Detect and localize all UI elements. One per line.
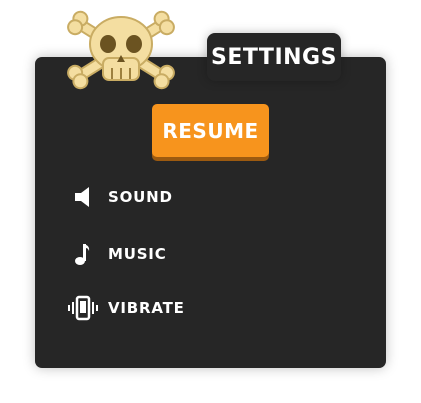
settings-title: SETTINGS: [207, 33, 341, 81]
resume-button[interactable]: RESUME: [152, 104, 269, 157]
music-label: MUSIC: [108, 245, 167, 263]
sound-label: SOUND: [108, 188, 173, 206]
sound-toggle[interactable]: SOUND: [66, 182, 266, 212]
vibrate-toggle[interactable]: VIBRATE: [66, 293, 266, 323]
vibrate-phone-icon: [66, 293, 100, 323]
music-toggle[interactable]: MUSIC: [66, 239, 266, 269]
speaker-icon: [66, 182, 100, 212]
skull-crossbones-icon: [58, 4, 184, 96]
vibrate-label: VIBRATE: [108, 299, 185, 317]
settings-screen: SETTINGS RESUME SOUND MUSIC VIBRATE: [0, 0, 421, 403]
music-note-icon: [66, 239, 100, 269]
